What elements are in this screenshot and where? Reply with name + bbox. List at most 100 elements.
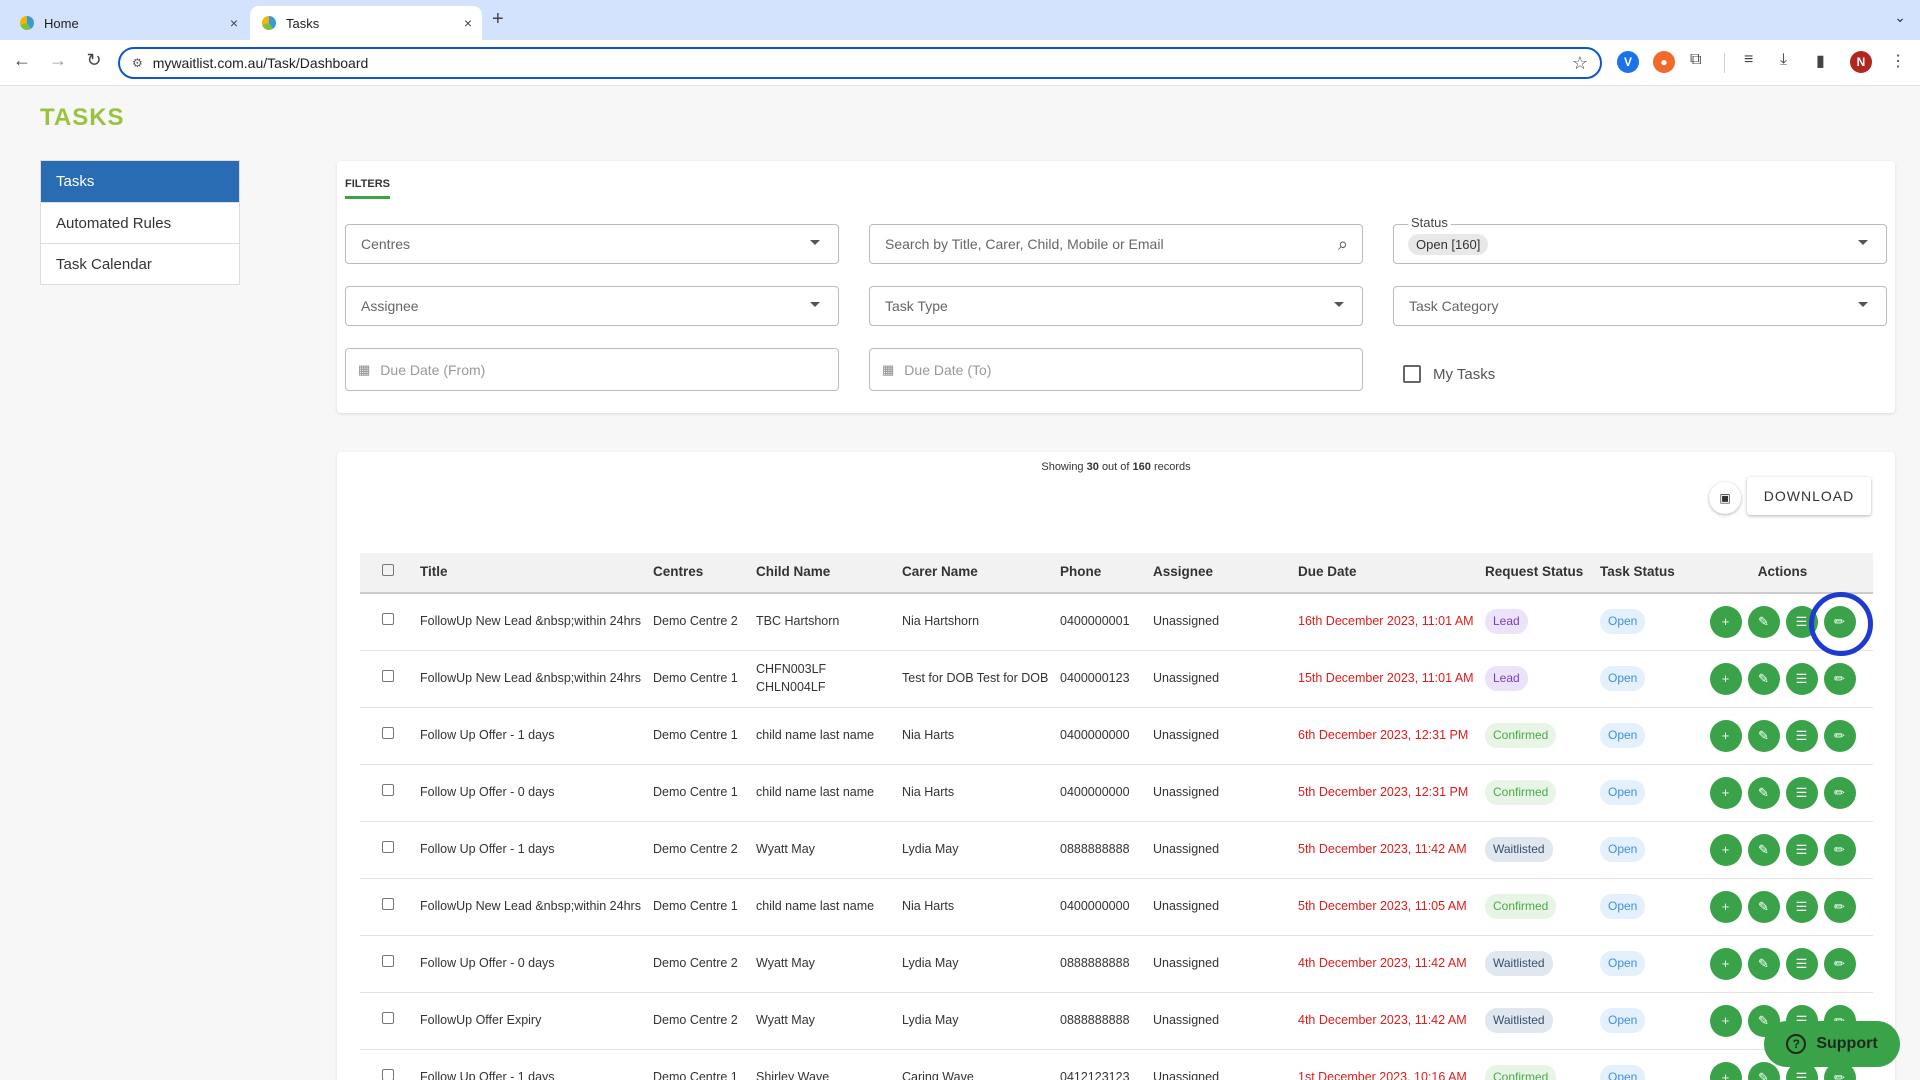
downloads-icon[interactable]: ⤓ xyxy=(1780,51,1787,69)
profile-avatar[interactable]: N xyxy=(1850,51,1872,73)
table-row[interactable]: FollowUp New Lead &nbsp;within 24hrs Demo… xyxy=(360,650,1873,708)
status-chip[interactable]: Open [160] xyxy=(1408,233,1489,255)
note-action-button[interactable]: ✎ xyxy=(1747,776,1780,809)
column-centres[interactable]: Centres xyxy=(648,553,751,594)
cell-title: Follow Up Offer - 1 days xyxy=(415,821,648,879)
edit-action-button[interactable]: ✏ xyxy=(1823,890,1856,923)
sidenav-item-tasks[interactable]: Tasks xyxy=(41,161,239,202)
column-settings-icon[interactable]: ▣ xyxy=(1709,482,1741,514)
row-checkbox[interactable] xyxy=(381,954,394,967)
browser-tab-home[interactable]: Home × xyxy=(8,6,248,40)
centres-select[interactable]: Centres xyxy=(345,224,839,264)
new-tab-icon[interactable]: + xyxy=(492,8,504,31)
assignee-select[interactable]: Assignee xyxy=(345,286,839,326)
table-row[interactable]: FollowUp New Lead &nbsp;within 24hrs Demo… xyxy=(360,593,1873,651)
row-checkbox[interactable] xyxy=(381,783,394,796)
my-tasks-toggle[interactable]: My Tasks xyxy=(1403,365,1495,383)
row-checkbox[interactable] xyxy=(381,1011,394,1024)
filters-tab[interactable]: FILTERS xyxy=(345,178,391,199)
add-action-button[interactable]: + xyxy=(1709,890,1742,923)
edit-action-button[interactable]: ✏ xyxy=(1823,719,1856,752)
table-row[interactable]: Follow Up Offer - 0 days Demo Centre 2 Wya… xyxy=(360,935,1873,993)
add-action-button[interactable]: + xyxy=(1709,833,1742,866)
bookmark-star-icon[interactable]: ☆ xyxy=(1572,53,1588,74)
forward-icon[interactable]: → xyxy=(46,50,70,71)
task-type-select[interactable]: Task Type xyxy=(869,286,1363,326)
column-title[interactable]: Title xyxy=(415,553,648,594)
row-checkbox[interactable] xyxy=(381,726,394,739)
side-panel-icon[interactable]: ▮ xyxy=(1816,51,1825,71)
url-text[interactable]: mywaitlist.com.au/Task/Dashboard xyxy=(153,55,369,71)
note-action-button[interactable]: ✎ xyxy=(1747,890,1780,923)
task-category-select[interactable]: Task Category xyxy=(1393,286,1887,326)
note-action-button[interactable]: ✎ xyxy=(1747,1061,1780,1080)
table-row[interactable]: Follow Up Offer - 1 days Demo Centre 1 Shi… xyxy=(360,1049,1873,1080)
list-action-button[interactable]: ☰ xyxy=(1785,776,1818,809)
sidenav-item-task-calendar[interactable]: Task Calendar xyxy=(41,243,239,284)
add-action-button[interactable]: + xyxy=(1709,1004,1742,1037)
add-action-button[interactable]: + xyxy=(1709,1061,1742,1080)
row-checkbox[interactable] xyxy=(381,897,394,910)
edit-action-button[interactable]: ✏ xyxy=(1823,833,1856,866)
table-row[interactable]: Follow Up Offer - 1 days Demo Centre 2 Wya… xyxy=(360,821,1873,879)
search-icon[interactable]: ⌕ xyxy=(1338,234,1348,255)
add-action-button[interactable]: + xyxy=(1709,605,1742,638)
column-phone[interactable]: Phone xyxy=(1055,553,1148,594)
row-checkbox[interactable] xyxy=(381,669,394,682)
column-carer-name[interactable]: Carer Name xyxy=(897,553,1055,594)
due-date-to-input[interactable]: ▦ Due Date (To) xyxy=(869,348,1363,391)
note-action-button[interactable]: ✎ xyxy=(1747,833,1780,866)
download-button[interactable]: DOWNLOAD xyxy=(1747,477,1871,515)
address-bar[interactable]: ⚙ mywaitlist.com.au/Task/Dashboard ☆ xyxy=(118,47,1602,79)
cell-carer-name: Nia Harts xyxy=(897,764,1055,822)
row-checkbox[interactable] xyxy=(381,1068,394,1080)
browser-tab-tasks[interactable]: Tasks × xyxy=(250,6,482,40)
my-tasks-checkbox[interactable] xyxy=(1403,365,1421,383)
edit-action-button[interactable]: ✏ xyxy=(1823,947,1856,980)
vimeo-extension-icon[interactable]: V xyxy=(1617,51,1639,73)
edit-action-button[interactable]: ✏ xyxy=(1823,662,1856,695)
extensions-puzzle-icon[interactable]: ⧉ xyxy=(1690,51,1701,69)
note-action-button[interactable]: ✎ xyxy=(1747,947,1780,980)
row-checkbox[interactable] xyxy=(381,840,394,853)
browser-menu-icon[interactable]: ⋮ xyxy=(1890,51,1906,71)
list-action-button[interactable]: ☰ xyxy=(1785,947,1818,980)
list-action-button[interactable]: ☰ xyxy=(1785,890,1818,923)
table-row[interactable]: Follow Up Offer - 0 days Demo Centre 1 chi… xyxy=(360,764,1873,822)
column-request-status[interactable]: Request Status xyxy=(1480,553,1595,594)
reload-icon[interactable]: ↻ xyxy=(82,50,106,71)
list-action-button[interactable]: ☰ xyxy=(1785,719,1818,752)
add-action-button[interactable]: + xyxy=(1709,662,1742,695)
table-row[interactable]: FollowUp Offer Expiry Demo Centre 2 Wyatt … xyxy=(360,992,1873,1050)
orange-extension-icon[interactable]: ● xyxy=(1653,51,1675,73)
close-tab-icon[interactable]: × xyxy=(230,15,238,31)
tab-search-icon[interactable]: ⌄ xyxy=(1894,9,1906,26)
table-row[interactable]: Follow Up Offer - 1 days Demo Centre 1 chi… xyxy=(360,707,1873,765)
site-info-icon[interactable]: ⚙ xyxy=(132,56,143,70)
column-due-date[interactable]: Due Date xyxy=(1293,553,1480,594)
support-button[interactable]: ? Support xyxy=(1764,1021,1900,1067)
table-row[interactable]: FollowUp New Lead &nbsp;within 24hrs Demo… xyxy=(360,878,1873,936)
media-controls-icon[interactable]: ≡ xyxy=(1744,51,1753,69)
highlight-ring xyxy=(1809,592,1873,656)
add-action-button[interactable]: + xyxy=(1709,947,1742,980)
add-action-button[interactable]: + xyxy=(1709,776,1742,809)
note-action-button[interactable]: ✎ xyxy=(1747,719,1780,752)
status-select[interactable]: Status Open [160] xyxy=(1393,215,1887,264)
list-action-button[interactable]: ☰ xyxy=(1785,662,1818,695)
row-checkbox[interactable] xyxy=(381,613,394,625)
back-icon[interactable]: ← xyxy=(10,50,34,71)
list-action-button[interactable]: ☰ xyxy=(1785,833,1818,866)
edit-action-button[interactable]: ✏ xyxy=(1823,776,1856,809)
add-action-button[interactable]: + xyxy=(1709,719,1742,752)
note-action-button[interactable]: ✎ xyxy=(1747,662,1780,695)
sidenav-item-automated-rules[interactable]: Automated Rules xyxy=(41,202,239,243)
due-date-from-input[interactable]: ▦ Due Date (From) xyxy=(345,348,839,391)
close-tab-icon[interactable]: × xyxy=(464,15,472,31)
select-all-checkbox[interactable] xyxy=(381,564,394,577)
column-assignee[interactable]: Assignee xyxy=(1148,553,1293,594)
column-task-status[interactable]: Task Status xyxy=(1595,553,1692,594)
column-child-name[interactable]: Child Name xyxy=(751,553,897,594)
note-action-button[interactable]: ✎ xyxy=(1747,605,1780,638)
search-input[interactable]: Search by Title, Carer, Child, Mobile or… xyxy=(869,224,1363,264)
